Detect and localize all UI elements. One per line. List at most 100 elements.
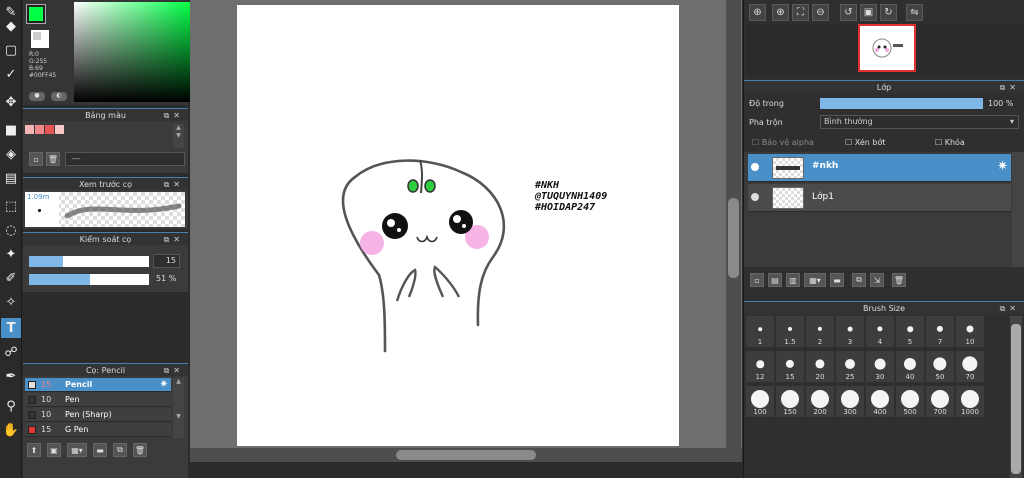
canvas-vertical-scrollbar[interactable] bbox=[726, 0, 741, 448]
layer-row[interactable]: #nkh ✷ bbox=[748, 154, 1011, 182]
rotate-right-icon[interactable]: ↻ bbox=[880, 4, 897, 21]
brush-size-cell[interactable]: 40 bbox=[896, 351, 924, 382]
brush-size-scroll-thumb[interactable] bbox=[1011, 324, 1021, 474]
new-palette-icon[interactable]: ▫ bbox=[29, 152, 43, 166]
color-mode-button-2[interactable]: ◐ bbox=[51, 92, 67, 101]
layer-settings-icon[interactable]: ✷ bbox=[997, 159, 1008, 174]
select-eraser-tool-icon[interactable]: ✧ bbox=[1, 292, 21, 312]
brush-size-cell[interactable]: 1.5 bbox=[776, 316, 804, 347]
brush-size-cell[interactable]: 12 bbox=[746, 351, 774, 382]
brush-size-cell[interactable]: 15 bbox=[776, 351, 804, 382]
select-pen-tool-icon[interactable]: ✐ bbox=[1, 268, 21, 288]
brush-size-cell[interactable]: 2 bbox=[806, 316, 834, 347]
flip-icon[interactable]: ⇋ bbox=[906, 4, 923, 21]
palette-swatch[interactable] bbox=[25, 125, 34, 134]
brush-list-item[interactable]: 15 Pencil ✷ bbox=[25, 378, 171, 392]
select-rect-tool-icon[interactable]: ⬚ bbox=[1, 196, 21, 216]
blend-mode-select[interactable]: Bình thường ▾ bbox=[820, 115, 1019, 129]
fill-rect-tool-icon[interactable]: ■ bbox=[1, 120, 21, 140]
zoom-in-icon[interactable]: ⊕ bbox=[749, 4, 766, 21]
navigator-thumbnail[interactable] bbox=[858, 24, 916, 72]
brush-size-cell[interactable]: 50 bbox=[926, 351, 954, 382]
brush-size-cell[interactable]: 7 bbox=[926, 316, 954, 347]
brush-size-cell[interactable]: 200 bbox=[806, 386, 834, 417]
brush-folder-icon[interactable]: ▬ bbox=[93, 443, 107, 457]
rotate-left-icon[interactable]: ↺ bbox=[840, 4, 857, 21]
panel-controls-icon[interactable]: ⧉✕ bbox=[1000, 302, 1020, 315]
canvas-horizontal-scrollbar[interactable] bbox=[190, 448, 742, 462]
hand-tool-icon[interactable]: ✋ bbox=[1, 420, 21, 440]
brush-list-item[interactable]: 10 Pen bbox=[25, 393, 171, 407]
brush-list-item[interactable]: 10 Pen (Sharp) bbox=[25, 408, 171, 422]
panel-controls-icon[interactable]: ⧉✕ bbox=[164, 109, 184, 122]
brush-size-cell[interactable]: 20 bbox=[806, 351, 834, 382]
delete-layer-icon[interactable]: 🗑 bbox=[892, 273, 906, 287]
add-layer-menu-icon[interactable]: ▦▾ bbox=[804, 273, 826, 287]
pen-tool-icon[interactable]: ✓ bbox=[1, 64, 21, 84]
delete-palette-icon[interactable]: 🗑 bbox=[46, 152, 60, 166]
panel-controls-icon[interactable]: ⧉✕ bbox=[164, 364, 184, 377]
lasso-tool-icon[interactable]: ◌ bbox=[1, 220, 21, 240]
brush-size-cell[interactable]: 25 bbox=[836, 351, 864, 382]
brush-add-icon[interactable]: ⬆ bbox=[27, 443, 41, 457]
brush-size-cell[interactable]: 150 bbox=[776, 386, 804, 417]
brush-menu-icon[interactable]: ▦▾ bbox=[67, 443, 87, 457]
brush-size-cell[interactable]: 10 bbox=[956, 316, 984, 347]
zoom-plus-icon[interactable]: ⊕ bbox=[772, 4, 789, 21]
text-tool-icon[interactable]: T bbox=[1, 318, 21, 338]
saturation-value-picker[interactable] bbox=[74, 2, 191, 102]
magic-wand-tool-icon[interactable]: ✦ bbox=[1, 244, 21, 264]
reset-view-icon[interactable]: ▣ bbox=[860, 4, 877, 21]
layer-folder-icon[interactable]: ▬ bbox=[830, 273, 844, 287]
new-layer-1bit-icon[interactable]: ▥ bbox=[786, 273, 800, 287]
palette-scrollbar[interactable]: ▲ ▼ bbox=[173, 124, 184, 148]
brush-settings-icon[interactable]: ✷ bbox=[160, 378, 168, 392]
brush-size-cell[interactable]: 70 bbox=[956, 351, 984, 382]
brush-size-cell[interactable]: 3 bbox=[836, 316, 864, 347]
palette-swatch[interactable] bbox=[35, 125, 44, 134]
merge-layer-icon[interactable]: ⇲ bbox=[870, 273, 884, 287]
brush-size-cell[interactable]: 100 bbox=[746, 386, 774, 417]
operation-tool-icon[interactable]: ☍ bbox=[1, 342, 21, 362]
layer-row[interactable]: Lớp1 bbox=[748, 184, 1011, 212]
sub-color-swatch[interactable] bbox=[31, 30, 49, 48]
brush-opacity-slider[interactable] bbox=[29, 274, 149, 285]
brush-size-cell[interactable]: 400 bbox=[866, 386, 894, 417]
palette-name-field[interactable]: --- bbox=[65, 152, 185, 166]
layer-visibility-icon[interactable] bbox=[751, 163, 759, 171]
brush-size-scrollbar[interactable] bbox=[1010, 316, 1022, 478]
brush-size-cell[interactable]: 500 bbox=[896, 386, 924, 417]
panel-controls-icon[interactable]: ⧉✕ bbox=[1000, 81, 1020, 94]
horizontal-scroll-thumb[interactable] bbox=[396, 450, 536, 460]
palette-swatch[interactable] bbox=[45, 125, 54, 134]
new-layer-8bit-icon[interactable]: ▤ bbox=[768, 273, 782, 287]
gradient-tool-icon[interactable]: ▤ bbox=[1, 168, 21, 188]
zoom-out-icon[interactable]: ⊖ bbox=[812, 4, 829, 21]
brush-duplicate-icon[interactable]: ⧉ bbox=[113, 443, 127, 457]
brush-size-cell[interactable]: 300 bbox=[836, 386, 864, 417]
panel-controls-icon[interactable]: ⧉✕ bbox=[164, 233, 184, 246]
panel-controls-icon[interactable]: ⧉✕ bbox=[164, 178, 184, 191]
layer-visibility-icon[interactable] bbox=[751, 193, 759, 201]
brush-delete-icon[interactable]: 🗑 bbox=[133, 443, 147, 457]
drawing-canvas[interactable]: #NKH @TUQUYNH1409 #HOIDAP247 bbox=[237, 5, 679, 446]
brush-size-value[interactable]: 15 bbox=[153, 254, 180, 268]
layer-opacity-slider[interactable] bbox=[820, 98, 983, 109]
brush-size-cell[interactable]: 4 bbox=[866, 316, 894, 347]
shape-tool-icon[interactable]: ▢ bbox=[1, 40, 21, 60]
layer-list-scrollbar[interactable] bbox=[1012, 152, 1024, 267]
brush-size-slider[interactable] bbox=[29, 256, 149, 267]
main-color-swatch[interactable] bbox=[26, 4, 46, 24]
brush-size-cell[interactable]: 700 bbox=[926, 386, 954, 417]
palette-swatch[interactable] bbox=[55, 125, 64, 134]
clipping-checkbox[interactable]: ☐ Xén bớt bbox=[845, 138, 885, 147]
new-layer-icon[interactable]: ▫ bbox=[750, 273, 764, 287]
brush-list-scrollbar[interactable]: ▲ ▼ bbox=[173, 378, 184, 438]
protect-alpha-checkbox[interactable]: ☐ Bảo vệ alpha bbox=[752, 138, 814, 147]
vertical-scroll-thumb[interactable] bbox=[728, 198, 739, 278]
duplicate-layer-icon[interactable]: ⧉ bbox=[852, 273, 866, 287]
brush-size-cell[interactable]: 30 bbox=[866, 351, 894, 382]
brush-import-icon[interactable]: ▣ bbox=[47, 443, 61, 457]
lock-checkbox[interactable]: ☐ Khóa bbox=[935, 138, 965, 147]
fit-icon[interactable]: ⛶ bbox=[792, 4, 809, 21]
